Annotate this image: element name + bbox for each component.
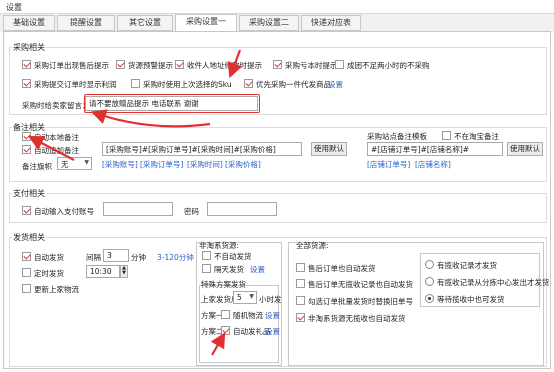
annotation-overlay: [28, 49, 243, 356]
highlight-arrow-dropship: [227, 49, 243, 79]
highlight-arrow-gift: [210, 332, 226, 356]
highlight-arrow-message: [90, 109, 211, 128]
highlight-arrow-local-note: [28, 135, 75, 161]
